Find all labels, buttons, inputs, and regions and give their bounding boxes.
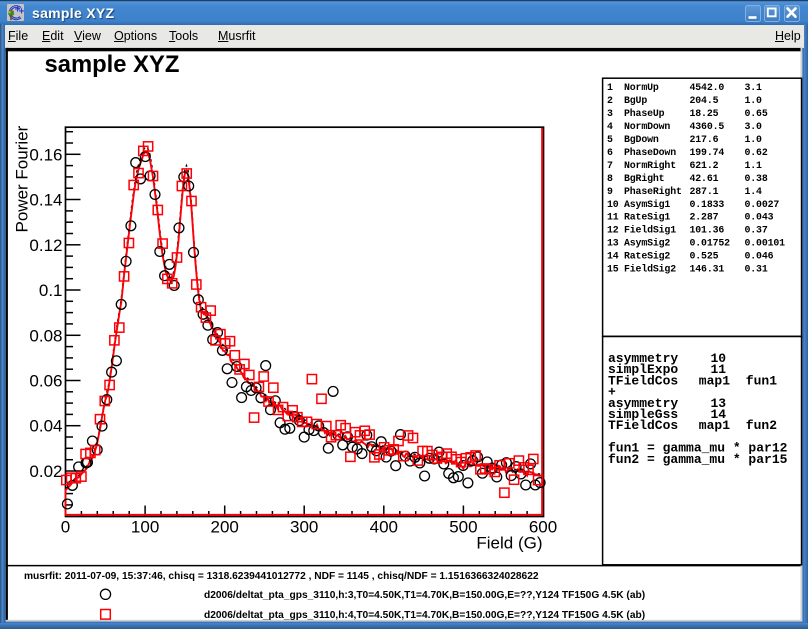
svg-text:500: 500	[449, 518, 477, 537]
svg-text:0.14: 0.14	[29, 191, 62, 210]
svg-text:0.06: 0.06	[29, 372, 62, 391]
svg-text:300: 300	[290, 518, 318, 537]
svg-text:10AsymSig10.18330.0027: 10AsymSig10.18330.0027	[607, 199, 779, 210]
svg-text:sample XYZ: sample XYZ	[45, 51, 180, 78]
svg-text:0.04: 0.04	[29, 417, 62, 436]
svg-text:0.1: 0.1	[39, 281, 63, 300]
svg-text:0.12: 0.12	[29, 236, 62, 255]
svg-text:400: 400	[370, 518, 398, 537]
svg-text:Field (G): Field (G)	[476, 534, 542, 553]
svg-text:0.08: 0.08	[29, 326, 62, 345]
svg-text:fun2 = gamma_mu * par15: fun2 = gamma_mu * par15	[608, 452, 788, 467]
svg-text:0: 0	[61, 518, 70, 537]
svg-text:Power Fourier: Power Fourier	[13, 125, 32, 232]
svg-text:+: +	[15, 5, 21, 16]
svg-text:d2006/deltat_pta_gps_3110,h:3,: d2006/deltat_pta_gps_3110,h:3,T0=4.50K,T…	[204, 590, 645, 601]
svg-text:musrfit: 2011-07-09, 15:37:46,: musrfit: 2011-07-09, 15:37:46, chisq = 1…	[24, 571, 539, 582]
svg-text:0.02: 0.02	[29, 462, 62, 481]
svg-text:13AsymSig20.017520.00101: 13AsymSig20.017520.00101	[607, 238, 785, 249]
svg-text:14RateSig20.5250.046: 14RateSig20.5250.046	[607, 251, 774, 262]
svg-text:11RateSig12.2870.043: 11RateSig12.2870.043	[607, 212, 774, 223]
svg-text:d2006/deltat_pta_gps_3110,h:4,: d2006/deltat_pta_gps_3110,h:4,T0=4.50K,T…	[204, 610, 645, 621]
svg-text:0.16: 0.16	[29, 145, 62, 164]
svg-text:200: 200	[211, 518, 239, 537]
svg-text:100: 100	[131, 518, 159, 537]
